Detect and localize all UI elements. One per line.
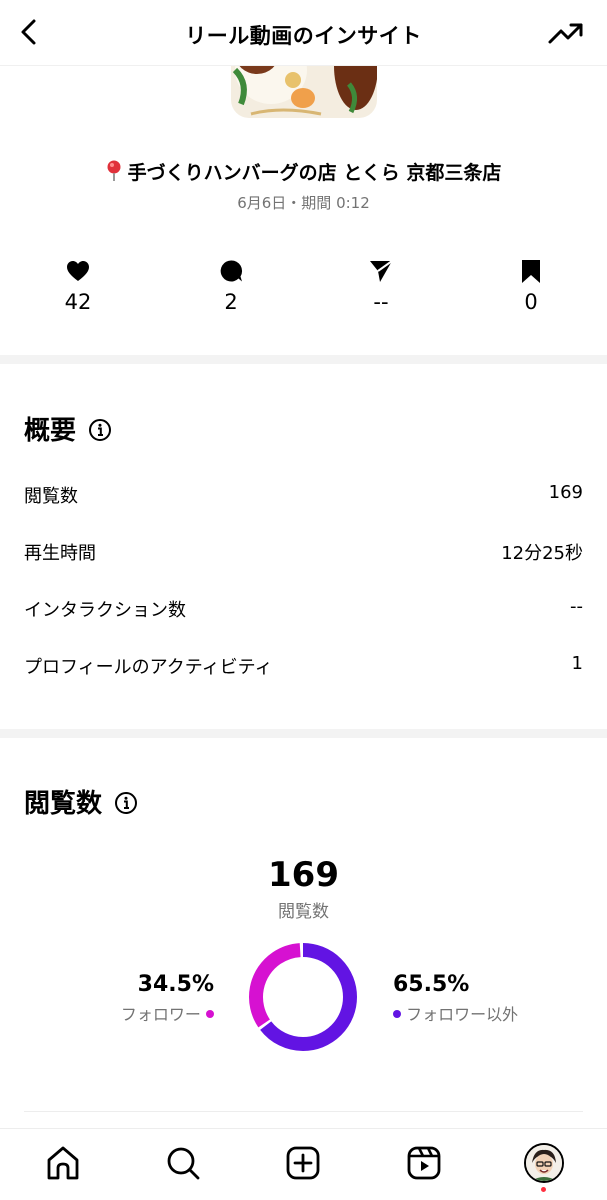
row-value: 169 [548, 482, 583, 503]
views-title: 閲覧数 [24, 789, 103, 819]
row-label: 再生時間 [24, 543, 96, 564]
row-value: -- [570, 596, 583, 617]
saves-stat: 0 [481, 258, 581, 314]
non-followers-label: フォロワー以外 [406, 1005, 519, 1024]
followers-legend: 34.5% フォロワー [121, 972, 214, 1025]
likes-count: 42 [64, 290, 92, 314]
comments-stat: 2 [181, 258, 281, 314]
views-total-label: 閲覧数 [278, 902, 329, 922]
location-name: 手づくりハンバーグの店 とくら 京都三条店 [127, 162, 502, 184]
followers-percent: 34.5% [137, 972, 214, 997]
followers-dot [206, 1010, 214, 1018]
section-divider [0, 729, 607, 738]
heart-icon [67, 261, 89, 281]
non-followers-dot [393, 1010, 401, 1018]
non-followers-percent: 65.5% [393, 972, 470, 997]
row-label: プロフィールのアクティビティ [24, 657, 273, 678]
followers-label: フォロワー [120, 1005, 201, 1024]
profile-avatar[interactable] [524, 1143, 564, 1183]
overview-heading: 概要 [24, 410, 112, 447]
bookmark-icon [522, 260, 540, 283]
shares-stat: -- [331, 258, 431, 314]
bottom-nav [0, 1128, 607, 1200]
reels-icon [407, 1146, 441, 1180]
row-label: 閲覧数 [24, 486, 78, 507]
top-bar: リール動画のインサイト [0, 0, 607, 66]
non-followers-legend: 65.5% フォロワー以外 [393, 972, 518, 1025]
views-total: 169 [268, 855, 339, 895]
overview-row-watch-time: 再生時間 12分25秒 [24, 539, 583, 569]
divider-line [24, 1111, 583, 1112]
page-title: リール動画のインサイト [185, 24, 422, 48]
overview-row-profile-activity: プロフィールのアクティビティ 1 [24, 653, 583, 683]
likes-stat: 42 [28, 258, 128, 314]
followers-arc [249, 943, 357, 1051]
search-icon [167, 1147, 200, 1180]
views-heading: 閲覧数 [24, 783, 138, 820]
post-meta: 6月6日・期間 0:12 [237, 194, 370, 212]
overview-title: 概要 [24, 416, 77, 446]
shares-count: -- [373, 290, 389, 314]
location-title[interactable]: 手づくりハンバーグの店 とくら 京都三条店 [0, 158, 607, 185]
comments-count: 2 [224, 290, 238, 314]
engagement-stats: 42 2 -- 0 [0, 258, 607, 328]
saves-count: 0 [524, 290, 538, 314]
row-label: インタラクション数 [24, 600, 186, 621]
trending-up-icon[interactable] [547, 18, 585, 48]
info-icon[interactable] [114, 791, 138, 815]
overview-row-views: 閲覧数 169 [24, 482, 583, 512]
create-icon [286, 1146, 320, 1180]
info-icon[interactable] [88, 418, 112, 442]
nav-home[interactable] [43, 1143, 83, 1183]
views-donut-chart [249, 943, 357, 1051]
section-divider [0, 355, 607, 364]
share-icon [370, 260, 393, 282]
nav-search[interactable] [163, 1143, 203, 1183]
row-value: 1 [571, 653, 583, 674]
overview-row-interactions: インタラクション数 -- [24, 596, 583, 626]
notification-dot [541, 1187, 546, 1192]
nav-reels[interactable] [404, 1143, 444, 1183]
home-icon [47, 1146, 79, 1180]
row-value: 12分25秒 [501, 543, 583, 564]
location-pin-icon [107, 160, 121, 181]
nav-create[interactable] [283, 1143, 323, 1183]
comment-icon [220, 260, 243, 282]
